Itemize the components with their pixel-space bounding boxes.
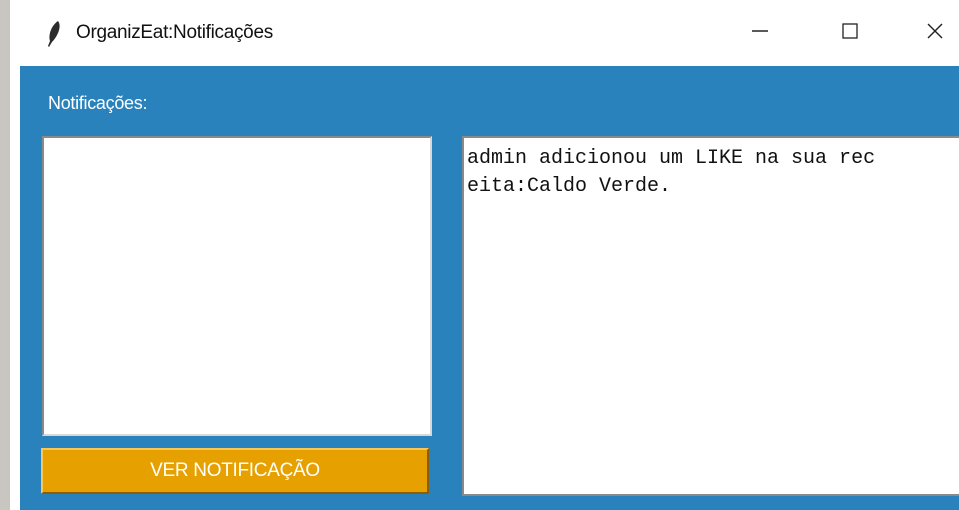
maximize-button[interactable] [815, 10, 885, 56]
message-line: admin adicionou um LIKE na sua rec [467, 147, 876, 170]
notifications-listbox[interactable] [42, 136, 432, 436]
feather-icon [46, 20, 62, 48]
close-icon [925, 21, 945, 46]
title-bar[interactable]: OrganizEat:Notificações [20, 0, 959, 66]
close-button[interactable] [900, 10, 959, 56]
notification-message-text[interactable]: admin adicionou um LIKE na sua rec eita:… [462, 136, 959, 496]
minimize-button[interactable] [725, 10, 795, 56]
notifications-label: Notificações: [48, 93, 148, 113]
view-notification-button[interactable]: VER NOTIFICAÇÃO [41, 448, 429, 494]
minimize-icon [750, 21, 770, 46]
app-window: OrganizEat:Notificações Notificações: VE… [0, 0, 959, 510]
notifications-panel: Notificações: VER NOTIFICAÇÃO admin adic… [20, 66, 959, 510]
message-line: eita:Caldo Verde. [467, 175, 672, 198]
maximize-icon [840, 21, 860, 46]
window-title: OrganizEat:Notificações [76, 22, 273, 43]
